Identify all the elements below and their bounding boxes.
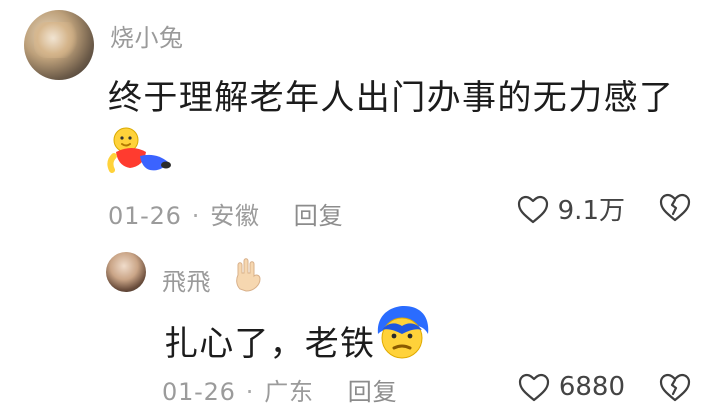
separator-dot: ·: [245, 378, 255, 406]
reply-dislike-button[interactable]: [658, 372, 692, 406]
rock-on-hand-emoji: [228, 255, 268, 295]
heart-icon: [518, 373, 549, 402]
reply-username[interactable]: 飛飛: [162, 262, 211, 297]
separator-dot: ·: [191, 202, 201, 230]
reply-like-count: 6880: [558, 372, 625, 402]
comment-text: 终于理解老年人出门办事的无力感了: [108, 78, 675, 118]
reply-avatar[interactable]: [106, 252, 146, 292]
reply-location: 广东: [264, 378, 314, 406]
comment-meta: 01-26 · 安徽 回复: [108, 196, 343, 231]
comment-location: 安徽: [210, 202, 260, 230]
person-lying-down-sticker: [106, 122, 172, 180]
broken-heart-icon: [659, 373, 691, 402]
reply-text: 扎心了，老铁: [164, 324, 376, 364]
broken-heart-icon: [659, 193, 691, 222]
like-button[interactable]: 9.1万: [516, 190, 625, 227]
reply-button[interactable]: 回复: [294, 202, 344, 230]
comment-date: 01-26: [108, 202, 182, 230]
blue-hair-face-emoji: [370, 300, 434, 364]
reply-reply-button[interactable]: 回复: [348, 378, 398, 406]
avatar[interactable]: [24, 10, 94, 80]
reply-date: 01-26: [162, 378, 236, 406]
reply-like-button[interactable]: 6880: [517, 372, 625, 402]
dislike-button[interactable]: [658, 192, 692, 226]
reply-meta: 01-26 · 广东 回复: [162, 372, 397, 407]
heart-icon: [517, 195, 548, 223]
username[interactable]: 烧小兔: [110, 18, 184, 53]
like-count: 9.1万: [557, 196, 625, 226]
